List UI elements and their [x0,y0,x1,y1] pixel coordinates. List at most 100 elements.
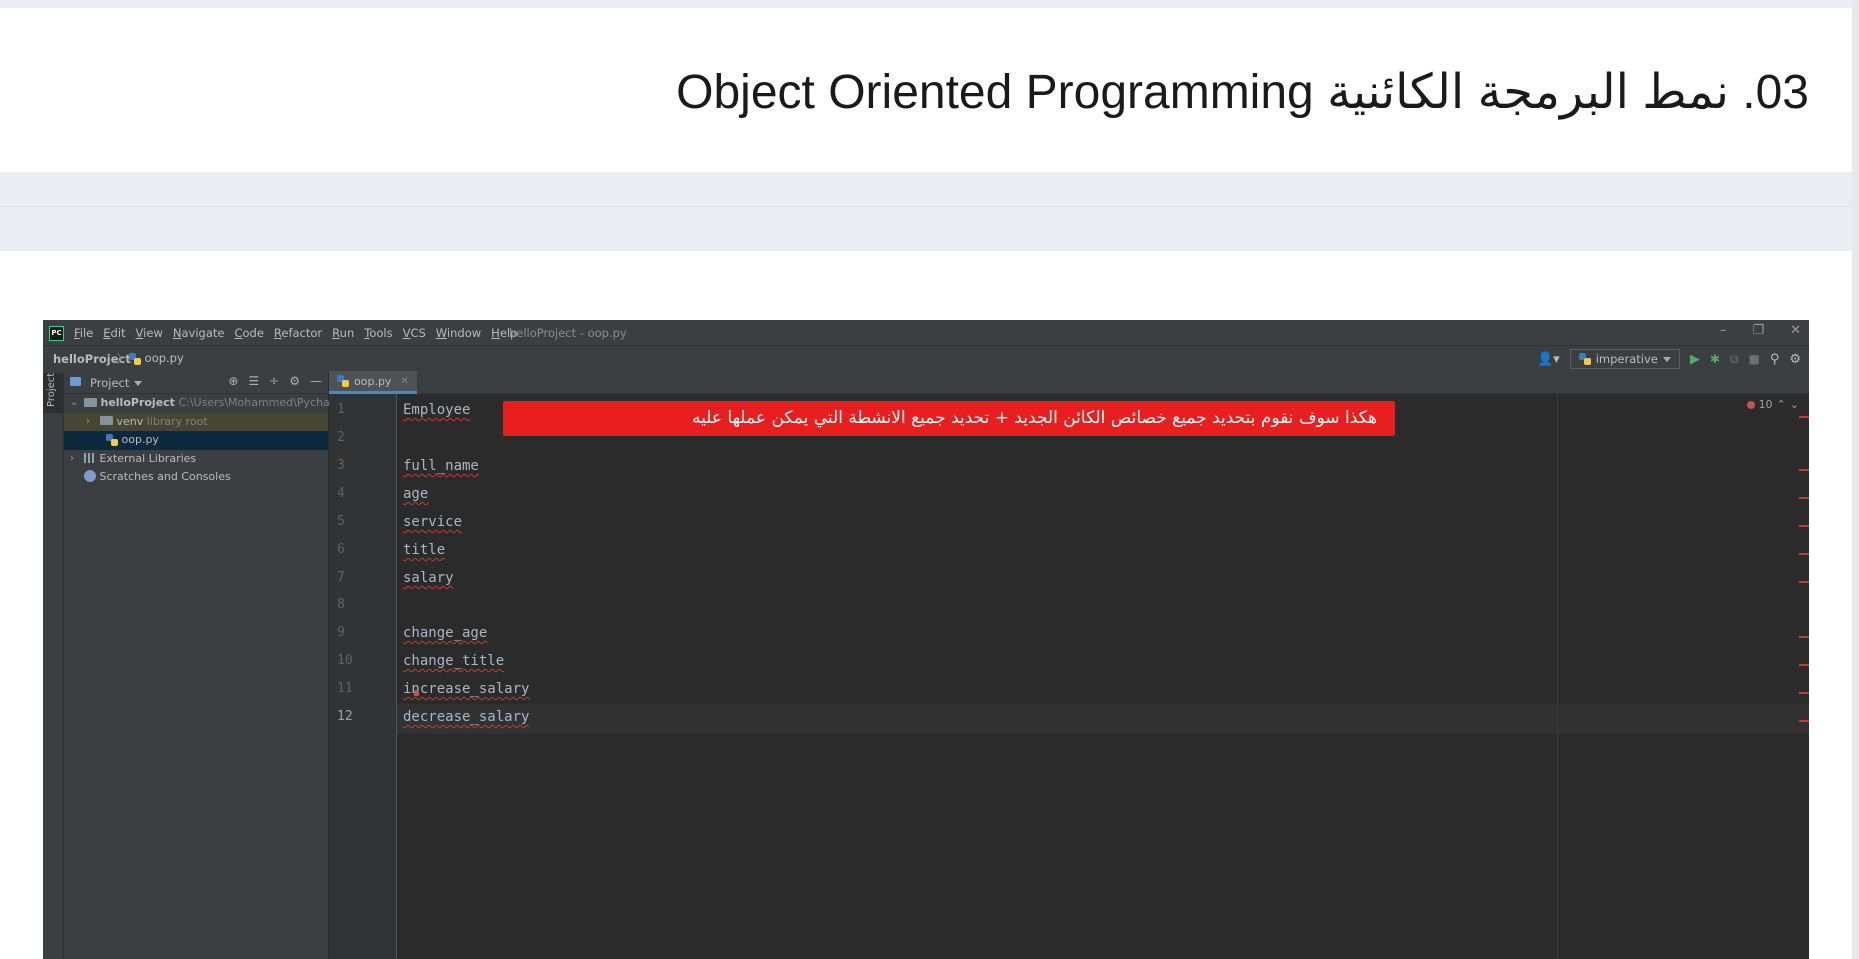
tree-item-oop-py[interactable]: oop.py [64,431,328,450]
folder-icon [84,397,97,407]
line-number: 7 [337,570,345,585]
error-mark[interactable] [1799,416,1809,418]
expand-all-icon[interactable]: ☰ [248,374,259,388]
code-line[interactable]: title [403,542,445,558]
code-line[interactable]: Employee [403,402,470,418]
close-icon[interactable]: ✕ [400,376,408,387]
chevron-right-icon[interactable]: › [70,450,74,469]
locate-icon[interactable]: ⊕ [228,374,238,388]
page-title: 03. نمط البرمجة الكائنية Object Oriented… [676,66,1809,119]
menu-vcs[interactable]: VCS [403,326,426,340]
python-file-icon [129,352,141,365]
tree-item-external-libraries[interactable]: › External Libraries [64,450,328,469]
project-panel-header: Project ⊕ ☰ ÷ ⚙ — [64,371,328,394]
collapse-all-icon[interactable]: ÷ [269,374,279,388]
menu-tools[interactable]: Tools [364,326,392,340]
tree-item-detail: library root [146,414,208,428]
tree-item-label: venv [116,414,144,428]
menu-run[interactable]: Run [332,326,354,340]
lightbulb-icon[interactable] [414,690,419,696]
code-line[interactable]: change_age [403,625,487,641]
project-tree: ⌄ helloProject C:\Users\Mohammed\Pycharm… [64,394,356,487]
code-line[interactable]: age [403,486,428,502]
title-area: 03. نمط البرمجة الكائنية Object Oriented… [0,8,1852,172]
coverage-icon[interactable]: ⧉ [1730,352,1739,367]
error-mark[interactable] [1799,720,1809,722]
tree-item-content: venv library root [100,413,208,432]
scratch-icon [84,470,96,482]
breadcrumb-file-label: oop.py [144,351,184,365]
tree-item-venv[interactable]: › venv library root [64,412,328,432]
tool-window-stripe: Project [43,371,64,959]
menu-items: File Edit View Navigate Code Refactor Ru… [74,320,527,345]
folder-icon [100,416,113,425]
breadcrumb-file[interactable]: oop.py [129,351,184,365]
error-indicator[interactable]: 10 ⌃ ⌄ [1746,398,1799,411]
menu-refactor[interactable]: Refactor [274,326,322,340]
right-margin-guide [1557,394,1558,959]
run-config-select[interactable]: imperative [1569,349,1680,369]
chevron-down-icon[interactable]: ⌄ [70,394,78,413]
menu-bar: PC File Edit View Navigate Code Refactor… [43,320,1809,345]
menu-edit[interactable]: Edit [103,326,125,340]
library-icon [84,452,96,463]
line-number: 9 [337,625,345,640]
top-bar [0,0,1852,8]
menu-window[interactable]: Window [436,326,481,340]
restore-icon[interactable]: ❐ [1752,323,1764,338]
menu-code[interactable]: Code [234,326,263,340]
error-mark[interactable] [1799,497,1809,499]
python-file-icon [106,434,118,446]
hide-icon[interactable]: — [310,374,322,388]
annotation-callout: هكذا سوف نقوم بتحديد جميع خصائص الكائن ا… [503,401,1395,436]
window-title: helloProject - oop.py [509,326,627,340]
menu-file[interactable]: File [74,326,93,340]
chevron-down-icon [1662,356,1671,362]
close-icon[interactable]: ✕ [1790,323,1801,338]
project-stripe-tab[interactable]: Project [43,373,63,413]
project-panel-title[interactable]: Project [90,376,143,390]
tree-item-helloproject[interactable]: ⌄ helloProject C:\Users\Mohammed\Pycharm… [64,394,356,413]
tree-item-content: External Libraries [84,450,196,469]
tab-oop-py[interactable]: oop.py ✕ [329,371,417,394]
code-line[interactable]: change_title [403,653,504,669]
search-icon[interactable]: ⚲ [1770,352,1780,367]
gear-icon[interactable]: ⚙ [289,374,300,388]
project-panel-title-label: Project [90,376,130,390]
editor-tabs: oop.py ✕ [329,371,1809,394]
tree-item-scratches[interactable]: Scratches and Consoles [64,468,328,487]
project-icon [70,377,81,386]
menu-view[interactable]: View [136,326,163,340]
error-count: 10 [1758,398,1773,411]
code-editor[interactable]: Employee full_name age service title sal… [397,394,1809,959]
gear-icon[interactable]: ⚙ [1789,352,1801,367]
chevron-right-icon[interactable]: › [86,413,90,432]
tree-item-content: helloProject C:\Users\Mohammed\PycharmPr [84,394,356,413]
code-line[interactable]: service [403,514,462,530]
menu-navigate[interactable]: Navigate [173,326,225,340]
run-icon[interactable]: ▶ [1690,352,1700,367]
code-line[interactable]: decrease_salary [403,709,529,725]
line-number: 2 [337,430,345,445]
error-mark[interactable] [1799,553,1809,555]
error-mark[interactable] [1799,692,1809,694]
error-mark[interactable] [1799,581,1809,583]
debug-icon[interactable]: ✱ [1710,352,1720,366]
chevron-up-icon[interactable]: ⌃ [1777,398,1786,411]
chevron-down-icon[interactable]: ⌄ [1790,398,1799,411]
error-mark[interactable] [1799,636,1809,638]
scrollbar-strip [1852,0,1859,959]
minimize-icon[interactable]: – [1720,323,1727,338]
code-line[interactable]: increase_salary [403,681,529,697]
line-number: 5 [337,514,345,529]
error-mark[interactable] [1799,664,1809,666]
line-number-gutter: 1 2 3 4 5 6 7 8 9 10 11 12 [329,394,397,959]
stop-icon[interactable]: ■ [1748,352,1759,366]
user-icon[interactable]: 👤▾ [1537,352,1560,367]
code-line[interactable]: salary [403,570,454,586]
tree-item-label: Scratches and Consoles [99,470,231,483]
tree-item-label: helloProject [100,396,175,409]
code-line[interactable]: full_name [403,458,479,474]
error-mark[interactable] [1799,469,1809,471]
error-mark[interactable] [1799,525,1809,527]
